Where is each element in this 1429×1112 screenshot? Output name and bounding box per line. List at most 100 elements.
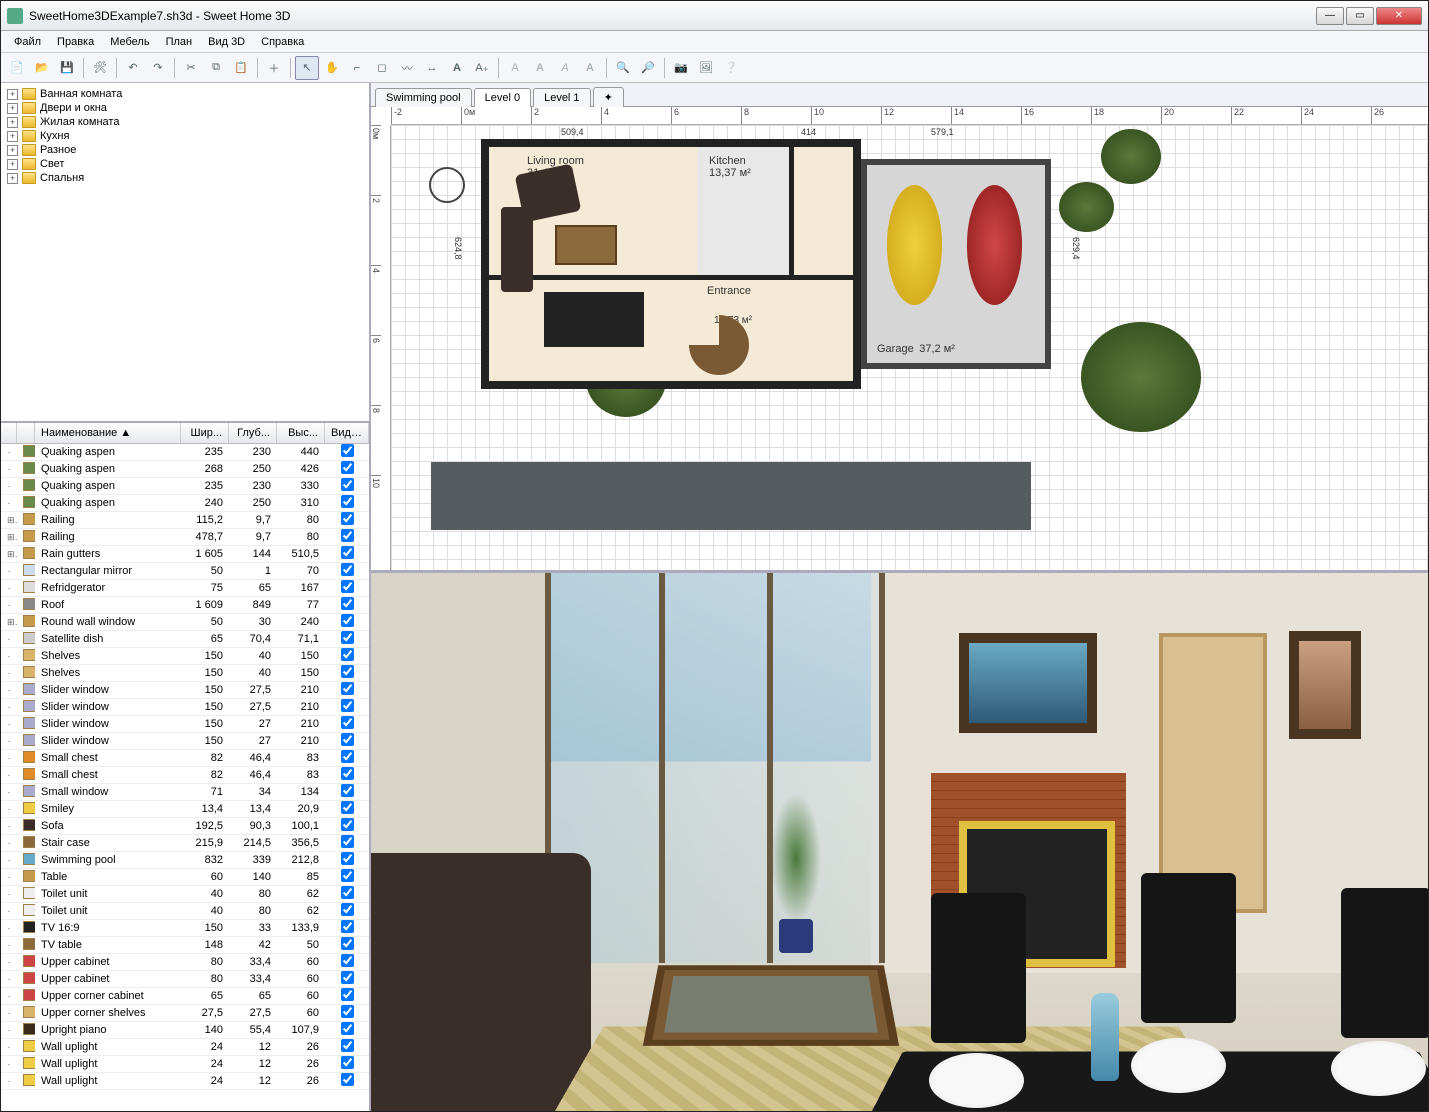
table-row[interactable]: ·Table6014085 [1,869,369,886]
table-row[interactable]: ·Small chest8246,483 [1,767,369,784]
table-row[interactable]: ·Roof1 60984977 [1,597,369,614]
table-row[interactable]: ·Smiley13,413,420,9 [1,801,369,818]
visible-checkbox[interactable] [341,665,354,678]
visible-checkbox[interactable] [341,988,354,1001]
menu-plan[interactable]: План [159,34,200,50]
table-row[interactable]: ·Upper corner cabinet656560 [1,988,369,1005]
menu-furniture[interactable]: Мебель [103,34,156,50]
table-row[interactable]: ·Small chest8246,483 [1,750,369,767]
visible-checkbox[interactable] [341,835,354,848]
visible-checkbox[interactable] [341,1056,354,1069]
table-row[interactable]: ·Slider window15027210 [1,733,369,750]
visible-checkbox[interactable] [341,580,354,593]
visible-checkbox[interactable] [341,546,354,559]
table-row[interactable]: ·Wall uplight241226 [1,1056,369,1073]
menu-view3d[interactable]: Вид 3D [201,34,252,50]
table-row[interactable]: ·Upper cabinet8033,460 [1,971,369,988]
plan-panel[interactable]: Swimming pool Level 0 Level 1 ✦ -20м2468… [371,83,1428,573]
new-icon[interactable]: 📄 [5,56,29,80]
visible-checkbox[interactable] [341,631,354,644]
table-row[interactable]: ·Slider window15027,5210 [1,699,369,716]
table-row[interactable]: ·Swimming pool832339212,8 [1,852,369,869]
table-row[interactable]: ·TV 16:915033133,9 [1,920,369,937]
room-tool-icon[interactable]: ◻ [370,56,394,80]
visible-checkbox[interactable] [341,920,354,933]
tree-item[interactable]: +Двери и окна [5,101,365,115]
text-small-icon[interactable]: A [503,56,527,80]
visible-checkbox[interactable] [341,699,354,712]
table-row[interactable]: ·Shelves15040150 [1,648,369,665]
dimension-tool-icon[interactable]: ↔ [420,56,444,80]
visible-checkbox[interactable] [341,478,354,491]
table-row[interactable]: ⊞Rain gutters1 605144510,5 [1,546,369,563]
open-icon[interactable]: 📂 [30,56,54,80]
visible-checkbox[interactable] [341,529,354,542]
tree-item[interactable]: +Спальня [5,171,365,185]
table-row[interactable]: ·Quaking aspen235230330 [1,478,369,495]
expand-icon[interactable]: + [7,159,18,170]
menu-file[interactable]: Файл [7,34,48,50]
visible-checkbox[interactable] [341,937,354,950]
visible-checkbox[interactable] [341,767,354,780]
polyline-tool-icon[interactable]: 〰 [395,56,419,80]
visible-checkbox[interactable] [341,1039,354,1052]
snapshot-icon[interactable]: 📷 [669,56,693,80]
table-row[interactable]: ·Sofa192,590,3100,1 [1,818,369,835]
minimize-button[interactable]: — [1316,7,1344,25]
furniture-table[interactable]: Наименование ▲ Шир... Глуб... Выс... Вид… [1,423,369,1111]
view-3d[interactable] [371,573,1428,1111]
visible-checkbox[interactable] [341,461,354,474]
menu-edit[interactable]: Правка [50,34,101,50]
add-furniture-icon[interactable]: ＋ [262,56,286,80]
tree-item[interactable]: +Свет [5,157,365,171]
expand-icon[interactable]: + [7,117,18,128]
cut-icon[interactable]: ✂ [179,56,203,80]
table-row[interactable]: ·Wall uplight241226 [1,1073,369,1090]
close-button[interactable]: ✕ [1376,7,1422,25]
visible-checkbox[interactable] [341,971,354,984]
tab-level-1[interactable]: Level 1 [533,88,590,107]
title-bar[interactable]: SweetHome3DExample7.sh3d - Sweet Home 3D… [1,1,1428,31]
visible-checkbox[interactable] [341,512,354,525]
visible-checkbox[interactable] [341,750,354,763]
table-row[interactable]: ·Rectangular mirror50170 [1,563,369,580]
table-row[interactable]: ·Slider window15027,5210 [1,682,369,699]
wall-tool-icon[interactable]: ⌐ [345,56,369,80]
help-icon[interactable]: ❔ [719,56,743,80]
text-plus-icon[interactable]: A₊ [470,56,494,80]
maximize-button[interactable]: ▭ [1346,7,1374,25]
table-row[interactable]: ⊞Railing478,79,780 [1,529,369,546]
table-row[interactable]: ·TV table1484250 [1,937,369,954]
table-row[interactable]: ⊞Railing115,29,780 [1,512,369,529]
garage[interactable]: Garage 37,2 м² [861,159,1051,369]
table-row[interactable]: ·Small window7134134 [1,784,369,801]
expand-icon[interactable]: + [7,103,18,114]
visible-checkbox[interactable] [341,818,354,831]
visible-checkbox[interactable] [341,954,354,967]
compass-icon[interactable] [429,167,465,203]
table-row[interactable]: ·Refridgerator7565167 [1,580,369,597]
table-row[interactable]: ·Stair case215,9214,5356,5 [1,835,369,852]
tab-add-level[interactable]: ✦ [593,87,624,107]
visible-checkbox[interactable] [341,733,354,746]
table-row[interactable]: ·Shelves15040150 [1,665,369,682]
visible-checkbox[interactable] [341,784,354,797]
table-row[interactable]: ·Upright piano14055,4107,9 [1,1022,369,1039]
tree-item[interactable]: +Жилая комната [5,115,365,129]
preferences-icon[interactable]: 🛠 [88,56,112,80]
zoom-out-icon[interactable]: 🔎 [636,56,660,80]
table-row[interactable]: ·Quaking aspen268250426 [1,461,369,478]
text-bold-icon[interactable]: A [578,56,602,80]
table-row[interactable]: ·Quaking aspen240250310 [1,495,369,512]
visible-checkbox[interactable] [341,682,354,695]
tab-swimming-pool[interactable]: Swimming pool [375,88,472,107]
table-row[interactable]: ·Upper corner shelves27,527,560 [1,1005,369,1022]
zoom-in-icon[interactable]: 🔍 [611,56,635,80]
visible-checkbox[interactable] [341,444,354,457]
visible-checkbox[interactable] [341,1005,354,1018]
tree-item[interactable]: +Кухня [5,129,365,143]
redo-icon[interactable]: ↷ [146,56,170,80]
visible-checkbox[interactable] [341,495,354,508]
visible-checkbox[interactable] [341,563,354,576]
visible-checkbox[interactable] [341,614,354,627]
